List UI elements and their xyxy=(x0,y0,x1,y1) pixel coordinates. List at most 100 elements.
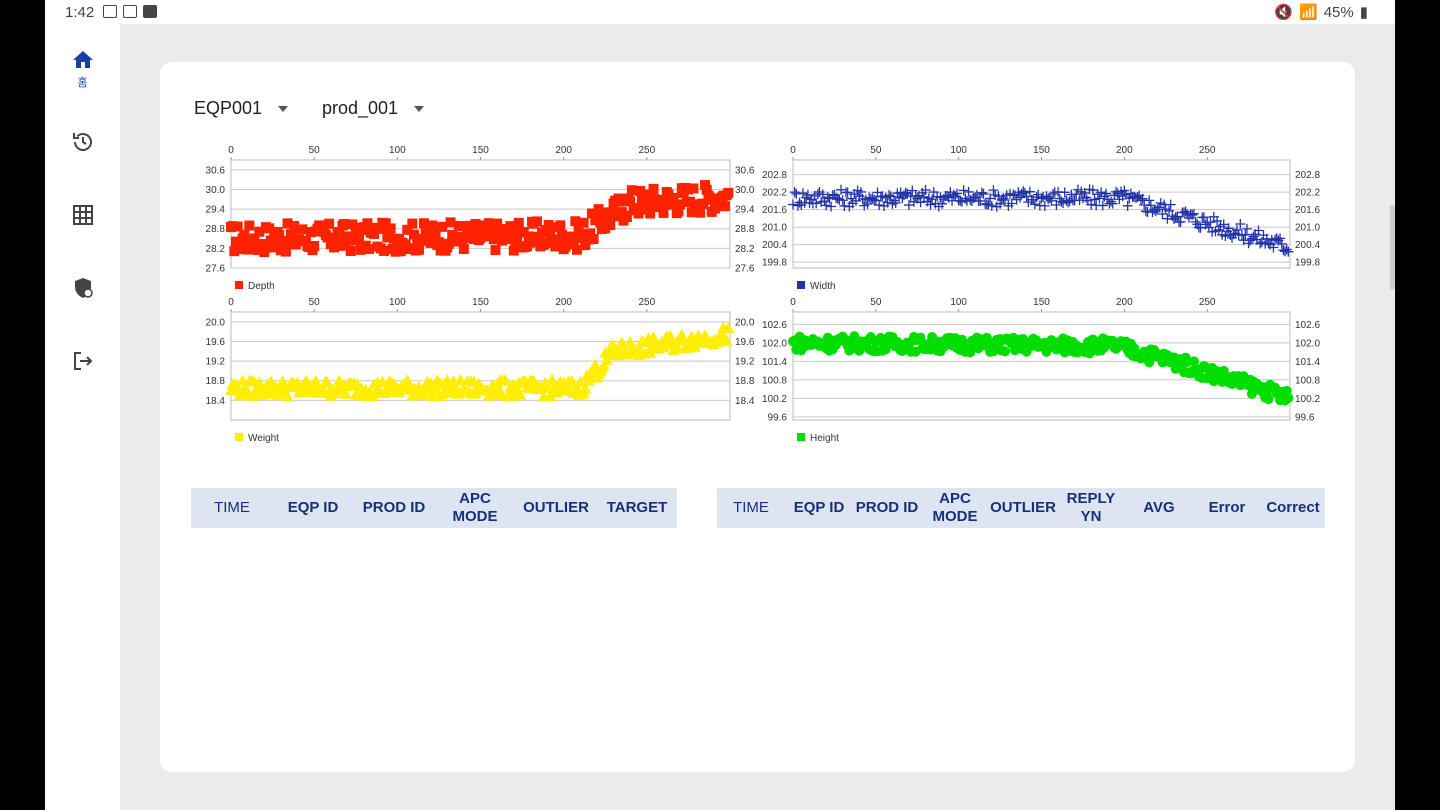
column-header: TIME xyxy=(214,499,250,516)
home-icon xyxy=(72,51,93,68)
x-tick-label: 250 xyxy=(1199,145,1216,156)
y2-tick-label: 201.0 xyxy=(1295,223,1320,234)
x-tick-label: 0 xyxy=(228,297,234,308)
status-right: 🔇 📶 45% ▮ xyxy=(1274,3,1368,22)
shield-icon xyxy=(74,278,93,298)
data-point xyxy=(723,187,734,198)
y2-tick-label: 20.0 xyxy=(735,317,755,328)
nav-item-home[interactable]: 홈 xyxy=(45,48,120,90)
y2-tick-label: 18.4 xyxy=(735,396,755,407)
x-tick-label: 200 xyxy=(1116,145,1133,156)
y2-tick-label: 202.2 xyxy=(1295,188,1320,199)
y-tick-label: 200.4 xyxy=(762,240,787,251)
data-point xyxy=(605,220,616,231)
y-tick-label: 19.6 xyxy=(206,337,226,348)
y2-tick-label: 102.6 xyxy=(1295,320,1320,331)
data-point xyxy=(490,245,501,256)
sidebar-nav: 홈 xyxy=(45,24,120,810)
data-point xyxy=(1283,393,1294,404)
y2-tick-label: 29.4 xyxy=(735,205,755,216)
column-header: PROD ID xyxy=(362,499,426,516)
y2-tick-label: 200.4 xyxy=(1295,240,1320,251)
y-tick-label: 201.6 xyxy=(762,205,787,216)
screenshot-icon xyxy=(103,5,117,18)
column-header: OUTLIER xyxy=(990,499,1056,516)
y2-tick-label: 99.6 xyxy=(1295,412,1315,423)
y2-tick-label: 30.0 xyxy=(735,185,755,196)
y2-tick-label: 28.8 xyxy=(735,224,755,235)
y2-tick-label: 27.6 xyxy=(735,264,755,275)
depth-chart: 27.6 27.6 28.2 28.2 28.8 28.8 29.4 29.4 30.0 30.0… xyxy=(206,145,755,292)
side-handle[interactable] xyxy=(1390,205,1395,290)
status-icons xyxy=(103,5,157,18)
legend-swatch xyxy=(797,433,805,441)
x-tick-label: 0 xyxy=(790,145,796,156)
data-point xyxy=(1101,188,1112,199)
data-point xyxy=(720,201,731,212)
data-point xyxy=(648,183,659,194)
data-point xyxy=(1241,223,1252,234)
data-point xyxy=(555,220,566,231)
legend-label: Depth xyxy=(248,281,275,292)
plot-area xyxy=(792,159,1291,269)
x-tick-label: 100 xyxy=(950,297,967,308)
x-tick-label: 150 xyxy=(1033,297,1050,308)
y2-tick-label: 199.8 xyxy=(1295,258,1320,269)
height-chart: 99.6 99.6 100.2 100.2 100.8 100.8 101.4 101.4 10… xyxy=(762,297,1320,444)
y2-tick-label: 19.6 xyxy=(735,337,755,348)
grid-icon xyxy=(72,205,93,225)
y-tick-label: 102.6 xyxy=(762,320,787,331)
battery-icon: ▮ xyxy=(1359,4,1368,21)
y2-tick-label: 28.2 xyxy=(735,244,755,255)
product-select-value: prod_001 xyxy=(322,98,399,118)
y-tick-label: 100.2 xyxy=(762,394,787,405)
x-tick-label: 200 xyxy=(1116,297,1133,308)
status-bar: 1:42 🔇 📶 45% ▮ xyxy=(45,0,1395,24)
y-tick-label: 100.8 xyxy=(762,375,787,386)
nav-item-grid[interactable] xyxy=(45,203,120,227)
x-tick-label: 50 xyxy=(870,145,882,156)
legend-swatch xyxy=(235,281,243,289)
y-tick-label: 27.6 xyxy=(206,264,226,275)
y2-tick-label: 101.4 xyxy=(1295,357,1320,368)
data-point xyxy=(1000,346,1011,357)
y2-tick-label: 30.6 xyxy=(735,165,755,176)
y-tick-label: 28.2 xyxy=(206,244,226,255)
equipment-select[interactable]: EQP001 xyxy=(194,98,289,119)
notification-icon xyxy=(143,5,157,18)
y2-tick-label: 100.8 xyxy=(1295,375,1320,386)
data-point xyxy=(280,246,291,257)
data-point xyxy=(578,217,589,228)
x-tick-label: 50 xyxy=(309,145,321,156)
screen-record-icon xyxy=(123,5,137,18)
y-tick-label: 20.0 xyxy=(206,317,226,328)
x-tick-label: 250 xyxy=(1199,297,1216,308)
chevron-down-icon xyxy=(414,105,425,112)
x-tick-label: 200 xyxy=(555,297,572,308)
chevron-down-icon xyxy=(278,105,289,112)
nav-item-logout[interactable] xyxy=(45,349,120,373)
y-tick-label: 202.2 xyxy=(762,188,787,199)
y-tick-label: 30.0 xyxy=(206,185,226,196)
wifi-icon: 📶 xyxy=(1299,4,1318,21)
y-tick-label: 19.2 xyxy=(206,357,226,368)
nav-item-history[interactable] xyxy=(45,130,120,154)
column-header: TIME xyxy=(733,499,769,516)
nav-item-security[interactable] xyxy=(45,276,120,300)
data-point xyxy=(1144,195,1155,206)
y-tick-label: 28.8 xyxy=(206,224,226,235)
data-point xyxy=(244,220,255,231)
data-point xyxy=(1140,206,1151,217)
y-tick-label: 202.8 xyxy=(762,170,787,181)
y-tick-label: 201.0 xyxy=(762,223,787,234)
battery-level: 45% xyxy=(1323,3,1354,21)
product-select[interactable]: prod_001 xyxy=(322,98,425,119)
data-point xyxy=(345,245,356,256)
column-header: APC MODE xyxy=(932,490,978,525)
logout-icon xyxy=(73,352,92,370)
mute-icon: 🔇 xyxy=(1274,4,1294,21)
y-tick-label: 101.4 xyxy=(762,357,787,368)
x-tick-label: 100 xyxy=(389,145,406,156)
nav-label-home: 홈 xyxy=(77,77,88,89)
data-point xyxy=(1165,199,1176,210)
